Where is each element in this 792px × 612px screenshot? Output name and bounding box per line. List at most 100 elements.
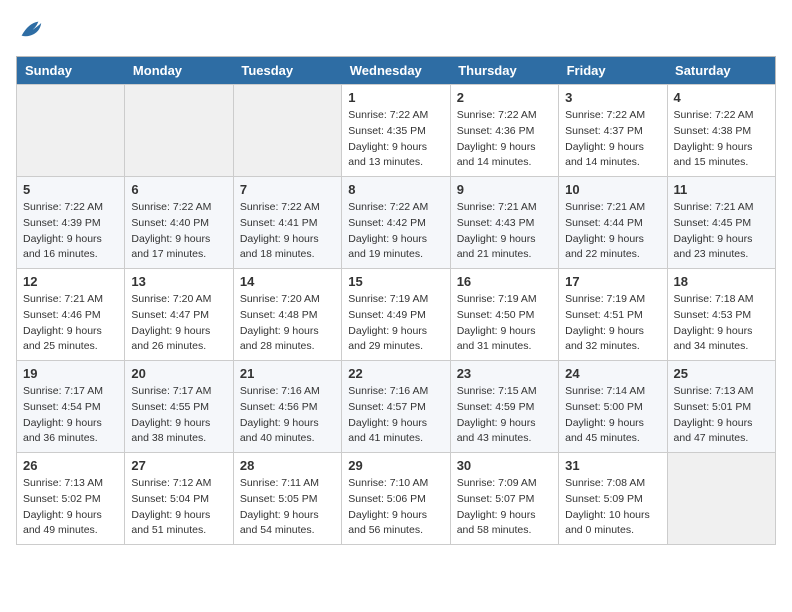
calendar-week-row: 1 Sunrise: 7:22 AM Sunset: 4:35 PM Daylig… [17,85,776,177]
day-info: Sunrise: 7:19 AM Sunset: 4:49 PM Dayligh… [348,292,443,355]
day-number: 17 [565,274,660,289]
day-info: Sunrise: 7:13 AM Sunset: 5:01 PM Dayligh… [674,384,769,447]
day-info: Sunrise: 7:21 AM Sunset: 4:45 PM Dayligh… [674,200,769,263]
day-number: 30 [457,458,552,473]
calendar-day-cell: 20Sunrise: 7:17 AM Sunset: 4:55 PM Dayli… [125,361,233,453]
calendar-day-cell: 27 Sunrise: 7:12 AM Sunset: 5:04 PM Dayli… [125,453,233,545]
calendar-day-cell: 19 Sunrise: 7:17 AM Sunset: 4:54 PM Dayli… [17,361,125,453]
weekday-header: Wednesday [342,57,450,85]
calendar-day-cell: 16 Sunrise: 7:19 AM Sunset: 4:50 PM Dayli… [450,269,558,361]
calendar-day-cell: 2 Sunrise: 7:22 AM Sunset: 4:36 PM Daylig… [450,85,558,177]
day-number: 26 [23,458,118,473]
day-info: Sunrise: 7:22 AM Sunset: 4:42 PM Dayligh… [348,200,443,263]
calendar-day-cell: 8 Sunrise: 7:22 AM Sunset: 4:42 PM Daylig… [342,177,450,269]
logo [16,16,48,44]
day-info: Sunrise: 7:16 AM Sunset: 4:56 PM Dayligh… [240,384,335,447]
calendar-day-cell: 9 Sunrise: 7:21 AM Sunset: 4:43 PM Daylig… [450,177,558,269]
day-info: Sunrise: 7:22 AM Sunset: 4:40 PM Dayligh… [131,200,226,263]
page-header [16,16,776,44]
day-number: 9 [457,182,552,197]
day-number: 15 [348,274,443,289]
weekday-header: Tuesday [233,57,341,85]
day-number: 12 [23,274,118,289]
calendar-day-cell: 3Sunrise: 7:22 AM Sunset: 4:37 PM Daylig… [559,85,667,177]
calendar-day-cell: 29Sunrise: 7:10 AM Sunset: 5:06 PM Dayli… [342,453,450,545]
day-info: Sunrise: 7:20 AM Sunset: 4:47 PM Dayligh… [131,292,226,355]
day-number: 31 [565,458,660,473]
day-info: Sunrise: 7:20 AM Sunset: 4:48 PM Dayligh… [240,292,335,355]
day-number: 18 [674,274,769,289]
day-number: 28 [240,458,335,473]
day-info: Sunrise: 7:16 AM Sunset: 4:57 PM Dayligh… [348,384,443,447]
calendar-day-cell: 26 Sunrise: 7:13 AM Sunset: 5:02 PM Dayli… [17,453,125,545]
day-number: 7 [240,182,335,197]
day-number: 14 [240,274,335,289]
calendar-day-cell: 14 Sunrise: 7:20 AM Sunset: 4:48 PM Dayli… [233,269,341,361]
day-info: Sunrise: 7:12 AM Sunset: 5:04 PM Dayligh… [131,476,226,539]
calendar-week-row: 26 Sunrise: 7:13 AM Sunset: 5:02 PM Dayli… [17,453,776,545]
calendar-day-cell: 1 Sunrise: 7:22 AM Sunset: 4:35 PM Daylig… [342,85,450,177]
day-number: 27 [131,458,226,473]
day-info: Sunrise: 7:22 AM Sunset: 4:35 PM Dayligh… [348,108,443,171]
calendar-week-row: 5 Sunrise: 7:22 AM Sunset: 4:39 PM Daylig… [17,177,776,269]
day-number: 10 [565,182,660,197]
day-info: Sunrise: 7:21 AM Sunset: 4:46 PM Dayligh… [23,292,118,355]
calendar-day-cell: 22 Sunrise: 7:16 AM Sunset: 4:57 PM Dayli… [342,361,450,453]
calendar-day-cell: 10 Sunrise: 7:21 AM Sunset: 4:44 PM Dayli… [559,177,667,269]
day-info: Sunrise: 7:22 AM Sunset: 4:38 PM Dayligh… [674,108,769,171]
day-info: Sunrise: 7:17 AM Sunset: 4:54 PM Dayligh… [23,384,118,447]
calendar-day-cell: 31 Sunrise: 7:08 AM Sunset: 5:09 PM Dayli… [559,453,667,545]
day-number: 4 [674,90,769,105]
day-number: 13 [131,274,226,289]
day-info: Sunrise: 7:15 AM Sunset: 4:59 PM Dayligh… [457,384,552,447]
calendar-day-cell: 13 Sunrise: 7:20 AM Sunset: 4:47 PM Dayli… [125,269,233,361]
day-info: Sunrise: 7:22 AM Sunset: 4:41 PM Dayligh… [240,200,335,263]
calendar-day-cell [125,85,233,177]
day-info: Sunrise: 7:14 AM Sunset: 5:00 PM Dayligh… [565,384,660,447]
calendar-day-cell: 21Sunrise: 7:16 AM Sunset: 4:56 PM Dayli… [233,361,341,453]
day-info: Sunrise: 7:08 AM Sunset: 5:09 PM Dayligh… [565,476,660,539]
weekday-header: Thursday [450,57,558,85]
day-info: Sunrise: 7:18 AM Sunset: 4:53 PM Dayligh… [674,292,769,355]
calendar-day-cell: 5 Sunrise: 7:22 AM Sunset: 4:39 PM Daylig… [17,177,125,269]
day-number: 16 [457,274,552,289]
day-info: Sunrise: 7:22 AM Sunset: 4:39 PM Dayligh… [23,200,118,263]
logo-icon [16,16,44,44]
calendar-day-cell: 24Sunrise: 7:14 AM Sunset: 5:00 PM Dayli… [559,361,667,453]
day-number: 6 [131,182,226,197]
day-number: 8 [348,182,443,197]
day-info: Sunrise: 7:11 AM Sunset: 5:05 PM Dayligh… [240,476,335,539]
day-info: Sunrise: 7:21 AM Sunset: 4:43 PM Dayligh… [457,200,552,263]
calendar-day-cell: 17 Sunrise: 7:19 AM Sunset: 4:51 PM Dayli… [559,269,667,361]
day-info: Sunrise: 7:09 AM Sunset: 5:07 PM Dayligh… [457,476,552,539]
day-number: 23 [457,366,552,381]
day-number: 2 [457,90,552,105]
day-number: 20 [131,366,226,381]
calendar-day-cell: 7 Sunrise: 7:22 AM Sunset: 4:41 PM Daylig… [233,177,341,269]
weekday-header: Friday [559,57,667,85]
calendar-table: SundayMondayTuesdayWednesdayThursdayFrid… [16,56,776,545]
day-info: Sunrise: 7:13 AM Sunset: 5:02 PM Dayligh… [23,476,118,539]
calendar-header-row: SundayMondayTuesdayWednesdayThursdayFrid… [17,57,776,85]
calendar-week-row: 19 Sunrise: 7:17 AM Sunset: 4:54 PM Dayli… [17,361,776,453]
day-number: 22 [348,366,443,381]
day-info: Sunrise: 7:21 AM Sunset: 4:44 PM Dayligh… [565,200,660,263]
day-info: Sunrise: 7:22 AM Sunset: 4:36 PM Dayligh… [457,108,552,171]
calendar-week-row: 12 Sunrise: 7:21 AM Sunset: 4:46 PM Dayli… [17,269,776,361]
calendar-day-cell: 6 Sunrise: 7:22 AM Sunset: 4:40 PM Daylig… [125,177,233,269]
day-number: 1 [348,90,443,105]
day-info: Sunrise: 7:10 AM Sunset: 5:06 PM Dayligh… [348,476,443,539]
day-number: 19 [23,366,118,381]
calendar-day-cell: 23 Sunrise: 7:15 AM Sunset: 4:59 PM Dayli… [450,361,558,453]
day-number: 3 [565,90,660,105]
day-info: Sunrise: 7:19 AM Sunset: 4:51 PM Dayligh… [565,292,660,355]
calendar-day-cell: 12 Sunrise: 7:21 AM Sunset: 4:46 PM Dayli… [17,269,125,361]
calendar-day-cell: 28 Sunrise: 7:11 AM Sunset: 5:05 PM Dayli… [233,453,341,545]
calendar-day-cell: 4 Sunrise: 7:22 AM Sunset: 4:38 PM Daylig… [667,85,775,177]
day-number: 5 [23,182,118,197]
day-number: 11 [674,182,769,197]
weekday-header: Saturday [667,57,775,85]
weekday-header: Monday [125,57,233,85]
calendar-day-cell [667,453,775,545]
day-info: Sunrise: 7:19 AM Sunset: 4:50 PM Dayligh… [457,292,552,355]
